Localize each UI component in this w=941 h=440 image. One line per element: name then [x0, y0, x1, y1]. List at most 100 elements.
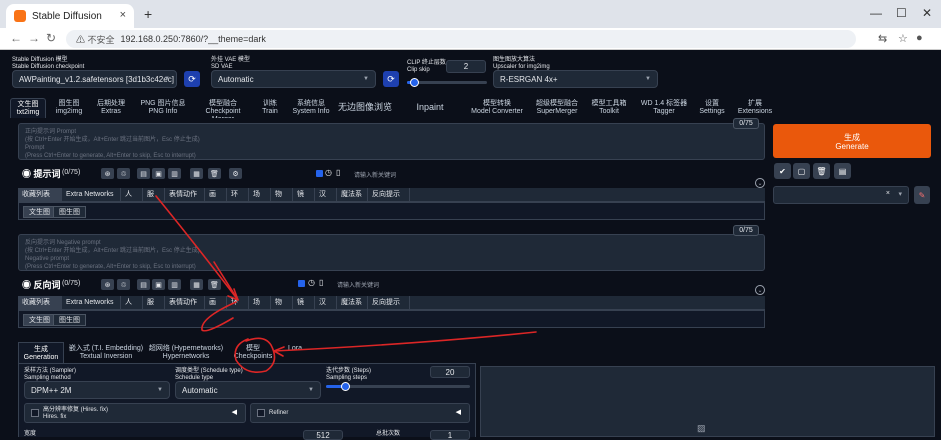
- prompt-keyword-input[interactable]: 请输入新关键词: [354, 170, 396, 179]
- category-tab[interactable]: 场景: [249, 296, 271, 320]
- category-tab[interactable]: 收藏列表: [18, 188, 62, 202]
- batch-count-input[interactable]: 1: [430, 430, 470, 440]
- tab-extras[interactable]: 后期处理 Extras: [90, 98, 132, 118]
- category-tab[interactable]: 画面: [205, 296, 227, 320]
- url-input[interactable]: ⚠ 不安全 192.168.0.250:7860/?__theme=dark: [66, 30, 856, 48]
- tab-img2img[interactable]: 图生图 img2img: [50, 98, 88, 118]
- category-tab[interactable]: 场景: [249, 188, 271, 212]
- category-tab[interactable]: 收藏列表: [18, 296, 62, 310]
- history-icon[interactable]: ◷: [308, 278, 315, 287]
- checkbox-icon[interactable]: [316, 170, 323, 177]
- forward-icon[interactable]: →: [28, 31, 40, 45]
- close-window-icon[interactable]: ✕: [922, 6, 932, 20]
- apply-style-button[interactable]: ✔: [774, 163, 791, 179]
- copy-icon[interactable]: ▣: [152, 279, 165, 290]
- sampler-select[interactable]: DPM++ 2M ▼: [24, 381, 170, 399]
- sub-tab[interactable]: 图生图: [53, 314, 86, 326]
- bookmark-icon[interactable]: ☆: [898, 32, 908, 45]
- page-icon[interactable]: ▯: [319, 278, 323, 287]
- checkbox-icon[interactable]: [298, 280, 305, 287]
- slider-knob[interactable]: [410, 78, 420, 87]
- list-icon[interactable]: ▤: [137, 279, 150, 290]
- category-tab[interactable]: 魔法系: [337, 296, 368, 310]
- sub-tab[interactable]: 文生图: [23, 314, 56, 326]
- tab-checkpoint-merger[interactable]: 模型融合Checkpoint Merger: [195, 98, 251, 123]
- category-tab[interactable]: 魔法系: [337, 188, 368, 202]
- expand-triangle-icon[interactable]: ◀: [232, 408, 237, 416]
- clear-prompt-button[interactable]: 🗑: [813, 163, 830, 179]
- gen-tab-checkpoints[interactable]: 模型 Checkpoints: [228, 342, 278, 364]
- trash-icon[interactable]: 🗑: [208, 279, 221, 290]
- styles-select[interactable]: × ▾: [773, 186, 909, 204]
- width-input[interactable]: 512: [303, 430, 343, 440]
- tab-train[interactable]: 训练 Train: [255, 98, 285, 118]
- hires-fix-accordion[interactable]: 高分辨率修复 (Hires. fix) Hires. fix ◀: [24, 403, 246, 423]
- category-tab[interactable]: Extra Networks: [62, 296, 121, 310]
- profile-icon[interactable]: ●: [916, 32, 923, 44]
- gen-tab-generation[interactable]: 生成 Generation: [18, 342, 64, 364]
- refresh-vae-button[interactable]: ⟳: [383, 71, 399, 87]
- category-tab[interactable]: 镜头: [293, 296, 315, 320]
- negative-row-title[interactable]: ◉ 反向词: [22, 278, 61, 291]
- tab-extensions[interactable]: 扩展 Extensions: [736, 98, 774, 118]
- list-icon[interactable]: ▤: [137, 168, 150, 179]
- recycle-icon[interactable]: ♲: [117, 168, 130, 179]
- reload-icon[interactable]: ↻: [46, 31, 56, 45]
- category-tab[interactable]: 画面: [205, 188, 227, 212]
- tab-txt2img[interactable]: 文生图 txt2img: [10, 98, 46, 118]
- sub-tab[interactable]: 文生图: [23, 206, 56, 218]
- refiner-checkbox[interactable]: [257, 409, 265, 417]
- category-tab[interactable]: 人物: [121, 188, 143, 212]
- category-tab[interactable]: 汉服: [315, 296, 337, 320]
- upscaler-select[interactable]: R-ESRGAN 4x+ ▼: [493, 70, 658, 88]
- steps-input[interactable]: 20: [430, 366, 470, 378]
- category-tab[interactable]: 服饰: [143, 188, 165, 212]
- sub-tab[interactable]: 图生图: [53, 206, 86, 218]
- category-tab[interactable]: 镜头: [293, 188, 315, 212]
- category-tab[interactable]: 服饰: [143, 296, 165, 320]
- clipboard-icon[interactable]: ▥: [168, 279, 181, 290]
- category-tab[interactable]: 环境: [227, 296, 249, 320]
- category-tab[interactable]: 人物: [121, 296, 143, 320]
- prompt-textarea[interactable]: 正向提示词 Prompt (按 Ctrl+Enter 开始生成，Alt+Ente…: [18, 123, 765, 160]
- history-icon[interactable]: ◷: [325, 168, 332, 177]
- negative-prompt-textarea[interactable]: 反向提示词 Negative prompt (按 Ctrl+Enter 开始生成…: [18, 234, 765, 271]
- tab--[interactable]: 无边图像浏览: [336, 98, 394, 118]
- steps-slider[interactable]: [326, 382, 470, 391]
- negative-keyword-input[interactable]: 请输入新关键词: [337, 280, 379, 289]
- back-icon[interactable]: ←: [10, 31, 22, 45]
- collapse-icon[interactable]: ⌄: [755, 178, 765, 188]
- settings-icon[interactable]: ⚙: [229, 168, 242, 179]
- tab-settings[interactable]: 设置 Settings: [694, 98, 730, 118]
- category-tab[interactable]: 反向提示词: [368, 296, 410, 320]
- browser-tab[interactable]: Stable Diffusion ×: [6, 4, 134, 28]
- tab-tagger[interactable]: WD 1.4 标签器 Tagger: [638, 98, 690, 118]
- extract-icon[interactable]: ⊛: [101, 279, 114, 290]
- tab-inpaint-anything[interactable]: Inpaint Anything: [398, 98, 462, 130]
- paste-icon[interactable]: ▦: [190, 168, 203, 179]
- clip-skip-input[interactable]: 2: [446, 60, 486, 73]
- category-tab[interactable]: 汉服: [315, 188, 337, 212]
- category-tab[interactable]: 物品: [271, 188, 293, 212]
- copy-icon[interactable]: ▣: [152, 168, 165, 179]
- category-tab[interactable]: Extra Networks: [62, 188, 121, 202]
- tab-toolkit[interactable]: 模型工具箱 Toolkit: [585, 98, 633, 118]
- gen-tab-hypernetworks[interactable]: 超网络 (Hypernetworks) Hypernetworks: [148, 342, 224, 364]
- read-params-button[interactable]: ▤: [834, 163, 851, 179]
- category-tab[interactable]: 物品: [271, 296, 293, 320]
- maximize-icon[interactable]: ☐: [896, 6, 907, 20]
- tab-system-info[interactable]: 系统信息 System Info: [290, 98, 332, 118]
- clip-skip-slider[interactable]: [407, 78, 487, 87]
- slider-knob[interactable]: [340, 382, 350, 391]
- expand-triangle-icon[interactable]: ◀: [456, 408, 461, 416]
- trash-icon[interactable]: 🗑: [208, 168, 221, 179]
- new-tab-button[interactable]: +: [144, 6, 152, 22]
- edit-styles-button[interactable]: ✎: [914, 186, 930, 204]
- page-icon[interactable]: ▯: [336, 168, 340, 177]
- tab-supermerger[interactable]: 超级模型融合 SuperMerger: [533, 98, 581, 118]
- model-select[interactable]: AWPainting_v1.2.safetensors [3d1b3c42ec]…: [12, 70, 177, 88]
- gen-tab-lora[interactable]: Lora: [280, 342, 310, 364]
- category-tab[interactable]: 表情动作: [165, 188, 205, 202]
- schedule-select[interactable]: Automatic ▼: [175, 381, 321, 399]
- clipboard-icon[interactable]: ▥: [168, 168, 181, 179]
